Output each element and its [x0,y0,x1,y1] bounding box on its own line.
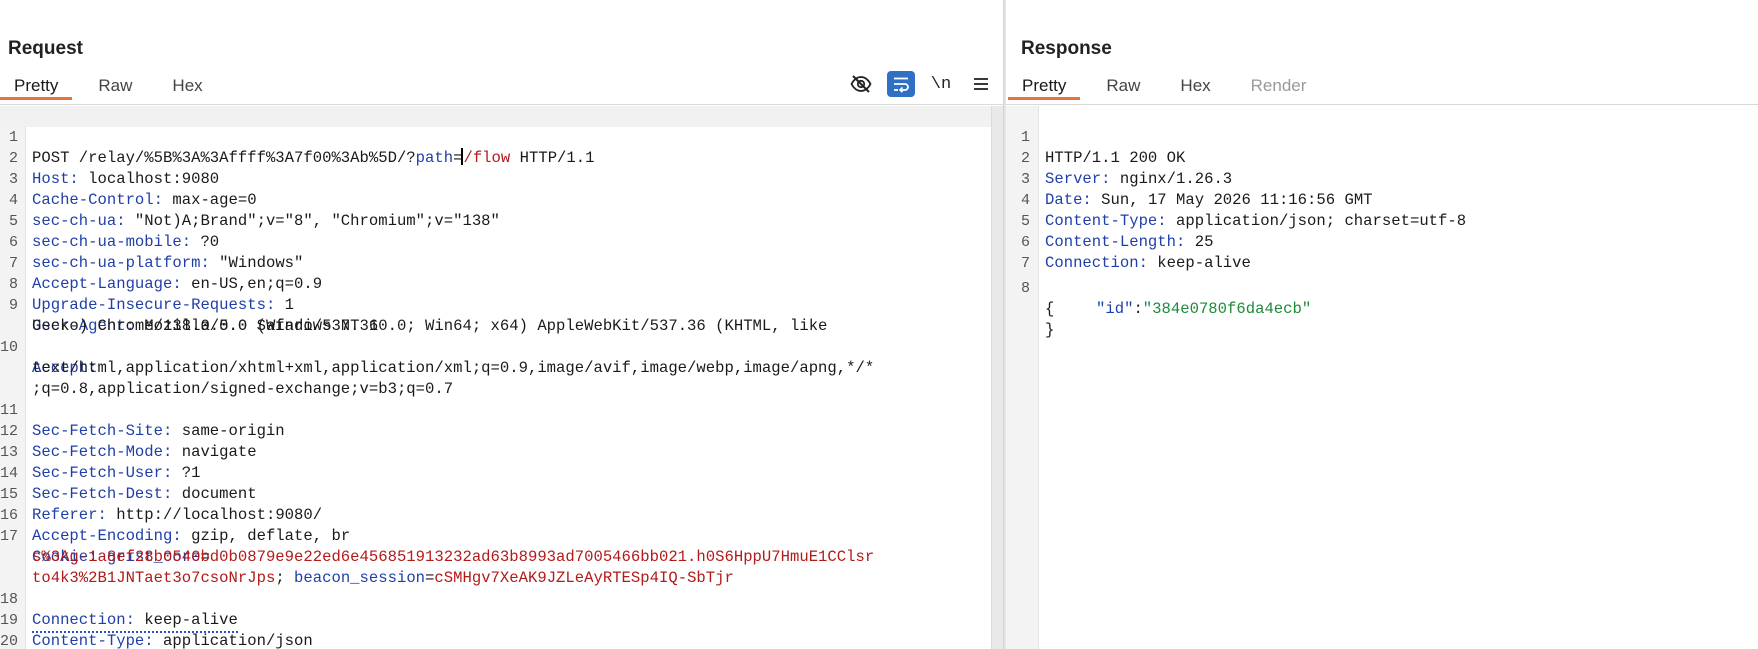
word-wrap-icon[interactable] [887,71,915,97]
header-line: 3 Date: Sun, 17 May 2026 11:16:56 GMT [1020,171,1373,209]
response-tab-divider [1006,104,1758,105]
empty-line: 21 [0,631,991,649]
header-line-wrapped: text/html,application/xhtml+xml,applicat… [32,359,875,377]
header-line: 3 Cache-Control: max-age=0 [8,171,257,209]
header-line: 11 Sec-Fetch-Site: same-origin [0,402,285,440]
cookie-header-line: 17 Cookie: grist_core= [0,528,210,566]
response-tabs: Pretty Raw Hex Render [1008,74,1320,102]
newline-label: \n [930,74,952,94]
request-tabs: Pretty Raw Hex [0,74,217,102]
json-open-brace: 8 { [1020,280,1055,318]
json-close-brace: } [1045,321,1055,339]
header-line: 19 Content-Type: application/json [0,612,313,649]
json-property: "id":"384e0780f6da4ecb" [1096,300,1312,318]
header-line: 14 Sec-Fetch-Dest: document [0,465,257,503]
response-pane: Response Pretty Raw Hex Render 1 HTTP/1.… [1006,0,1758,649]
tab-raw[interactable]: Raw [84,74,146,102]
eye-slash-icon[interactable] [847,71,875,97]
header-line: 16 Accept-Encoding: gzip, deflate, br [0,507,351,545]
hamburger-menu-icon[interactable] [967,71,995,97]
newline-toggle-button[interactable]: \n [927,71,955,97]
request-toolbar: \n [847,70,995,98]
request-title: Request [8,38,83,59]
header-line: 10 Accept: [0,339,98,377]
header-line: 6 sec-ch-ua-platform: "Windows" [8,234,304,272]
tab-pretty[interactable]: Pretty [1008,74,1081,102]
request-pane: Request Pretty Raw Hex \n 1 POST /relay/… [0,0,1003,649]
header-line-wrapped: ;q=0.8,application/signed-exchange;v=b3;… [32,380,454,398]
header-line: 20 Content-Length: 802 [0,633,19,649]
request-tab-divider [0,104,1003,105]
header-line: 9 User-Agent: Mozilla/5.0 (Windows NT 10… [8,297,828,335]
tab-render[interactable]: Render [1237,74,1321,102]
header-line: 4 Content-Type: application/json; charse… [1020,192,1467,230]
status-line: 1 HTTP/1.1 200 OK [1020,129,1186,167]
tab-hex[interactable]: Hex [1166,74,1224,102]
header-line: 7 Accept-Language: en-US,en;q=0.9 [8,255,323,293]
header-line: 4 sec-ch-ua: "Not)A;Brand";v="8", "Chrom… [8,192,500,230]
tab-hex[interactable]: Hex [158,74,216,102]
header-line: 2 Server: nginx/1.26.3 [1020,150,1233,188]
header-line-wrapped: s%3Ag-1a8ef28b0540bd0b0879e9e22ed6e45685… [32,548,875,566]
header-line: 8 Upgrade-Insecure-Requests: 1 [8,276,295,314]
header-line: 2 Host: localhost:9080 [8,150,220,188]
request-line: 1 POST /relay/%5B%3A%3Affff%3A7f00%3Ab%5… [0,106,991,167]
header-line: 13 Sec-Fetch-User: ?1 [0,444,201,482]
header-line: 18 Connection: keep-alive [0,568,991,633]
header-line: 6 Connection: keep-alive [1020,234,1251,272]
response-title: Response [1021,38,1112,59]
header-line-wrapped: Gecko) Chrome/138.0.0.0 Safari/537.36 [32,317,379,335]
tab-raw[interactable]: Raw [1092,74,1154,102]
header-line: 12 Sec-Fetch-Mode: navigate [0,423,257,461]
request-editor[interactable]: 1 POST /relay/%5B%3A%3Affff%3A7f00%3Ab%5… [0,106,991,649]
request-scrollbar[interactable] [991,106,1003,649]
header-line: 15 Referer: http://localhost:9080/ [0,486,323,524]
header-line: 5 Content-Length: 25 [1020,213,1214,251]
response-editor[interactable]: 1 HTTP/1.1 200 OK 2 Server: nginx/1.26.3… [1006,106,1758,649]
tab-pretty[interactable]: Pretty [0,74,73,102]
header-line-wrapped: to4k3%2B1JNTaet3o7csoNrJps; beacon_sessi… [32,569,734,587]
empty-line: 7 [1020,255,1030,272]
header-line: 5 sec-ch-ua-mobile: ?0 [8,213,220,251]
